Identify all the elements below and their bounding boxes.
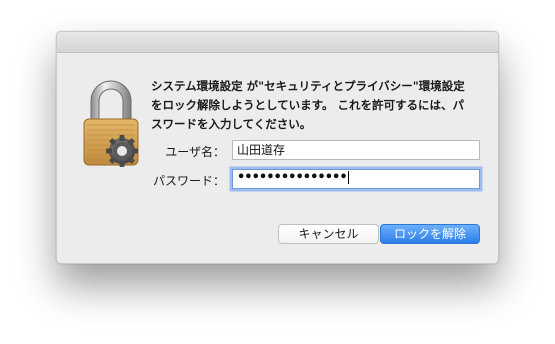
unlock-button[interactable]: ロックを解除 — [380, 224, 480, 244]
username-field[interactable]: 山田道存 — [232, 140, 480, 160]
screen: システム環境設定 が"セキュリティとプライバシー"環境設定 をロック解除しようと… — [0, 0, 555, 344]
dialog-message: システム環境設定 が"セキュリティとプライバシー"環境設定 をロック解除しようと… — [151, 79, 465, 131]
text-caret — [347, 171, 349, 184]
dialog-titlebar — [57, 32, 498, 53]
password-field[interactable]: ••••••••••••••• — [232, 169, 480, 189]
lock-with-gear-icon — [83, 79, 139, 167]
username-label: ユーザ名： — [165, 145, 225, 159]
username-value: 山田道存 — [237, 143, 286, 157]
password-masked-value: ••••••••••••••• — [237, 170, 348, 185]
password-label: パスワード： — [152, 174, 225, 188]
cancel-button[interactable]: キャンセル — [278, 224, 379, 244]
authentication-dialog: システム環境設定 が"セキュリティとプライバシー"環境設定 をロック解除しようと… — [56, 31, 499, 264]
